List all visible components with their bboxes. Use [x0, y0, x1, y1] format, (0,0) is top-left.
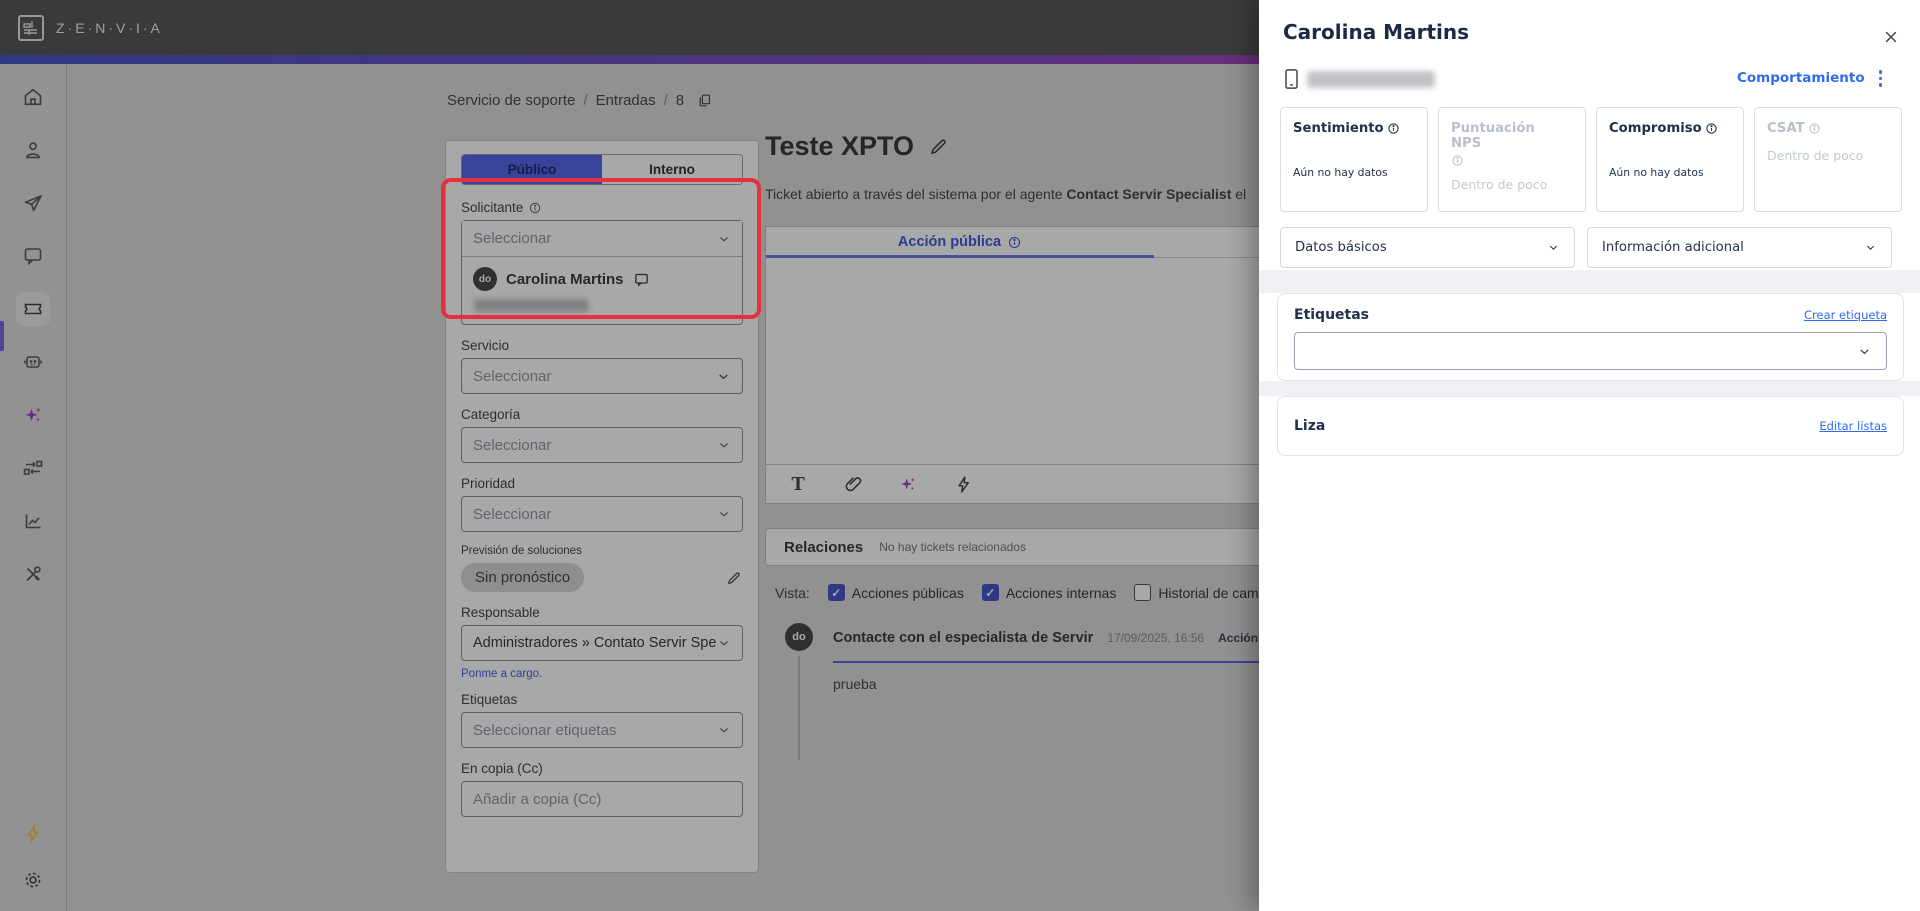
card-compromiso: Compromiso Aún no hay datos: [1596, 107, 1744, 212]
etiquetas-section: Etiquetas Crear etiqueta: [1277, 293, 1904, 381]
info-icon[interactable]: [1387, 122, 1400, 135]
insight-cards: Sentimiento Aún no hay datos Puntuación …: [1280, 107, 1902, 212]
section-divider: [1259, 270, 1920, 293]
app-window: Z·E·N·V·I·A Servicio de soporte / Entrad…: [0, 0, 1920, 911]
editar-listas-link[interactable]: Editar listas: [1819, 419, 1887, 433]
liza-section: Liza Editar listas: [1277, 396, 1904, 456]
liza-section-title: Liza: [1294, 418, 1326, 434]
info-icon[interactable]: [1705, 122, 1718, 135]
etiquetas-section-title: Etiquetas: [1294, 307, 1370, 323]
etiquetas-panel-select[interactable]: [1294, 332, 1887, 370]
phone-icon: [1284, 68, 1299, 90]
info-icon[interactable]: [1451, 154, 1464, 167]
card-csat: CSAT Dentro de poco: [1754, 107, 1902, 212]
redacted-phone-number: [1307, 71, 1435, 88]
chevron-down-icon: [1864, 241, 1877, 254]
info-icon[interactable]: [1808, 122, 1821, 135]
accordion-datos-basicos[interactable]: Datos básicos: [1280, 227, 1575, 268]
kebab-menu-icon[interactable]: [1877, 68, 1885, 89]
accordion-informacion-adicional[interactable]: Información adicional: [1587, 227, 1892, 268]
close-icon[interactable]: [1880, 26, 1902, 48]
contact-detail-panel: Carolina Martins Comportamiento Sentimie…: [1259, 0, 1920, 911]
comportamiento-link[interactable]: Comportamiento: [1737, 70, 1865, 86]
contact-panel-title: Carolina Martins: [1283, 20, 1470, 44]
chevron-down-icon: [1547, 241, 1560, 254]
chevron-down-icon: [1857, 344, 1872, 359]
card-sentimiento: Sentimiento Aún no hay datos: [1280, 107, 1428, 212]
section-divider: [1259, 381, 1920, 396]
behavior-actions: Comportamiento: [1737, 68, 1884, 89]
card-puntuacion-nps: Puntuación NPS Dentro de poco: [1438, 107, 1586, 212]
crear-etiqueta-link[interactable]: Crear etiqueta: [1804, 308, 1887, 322]
